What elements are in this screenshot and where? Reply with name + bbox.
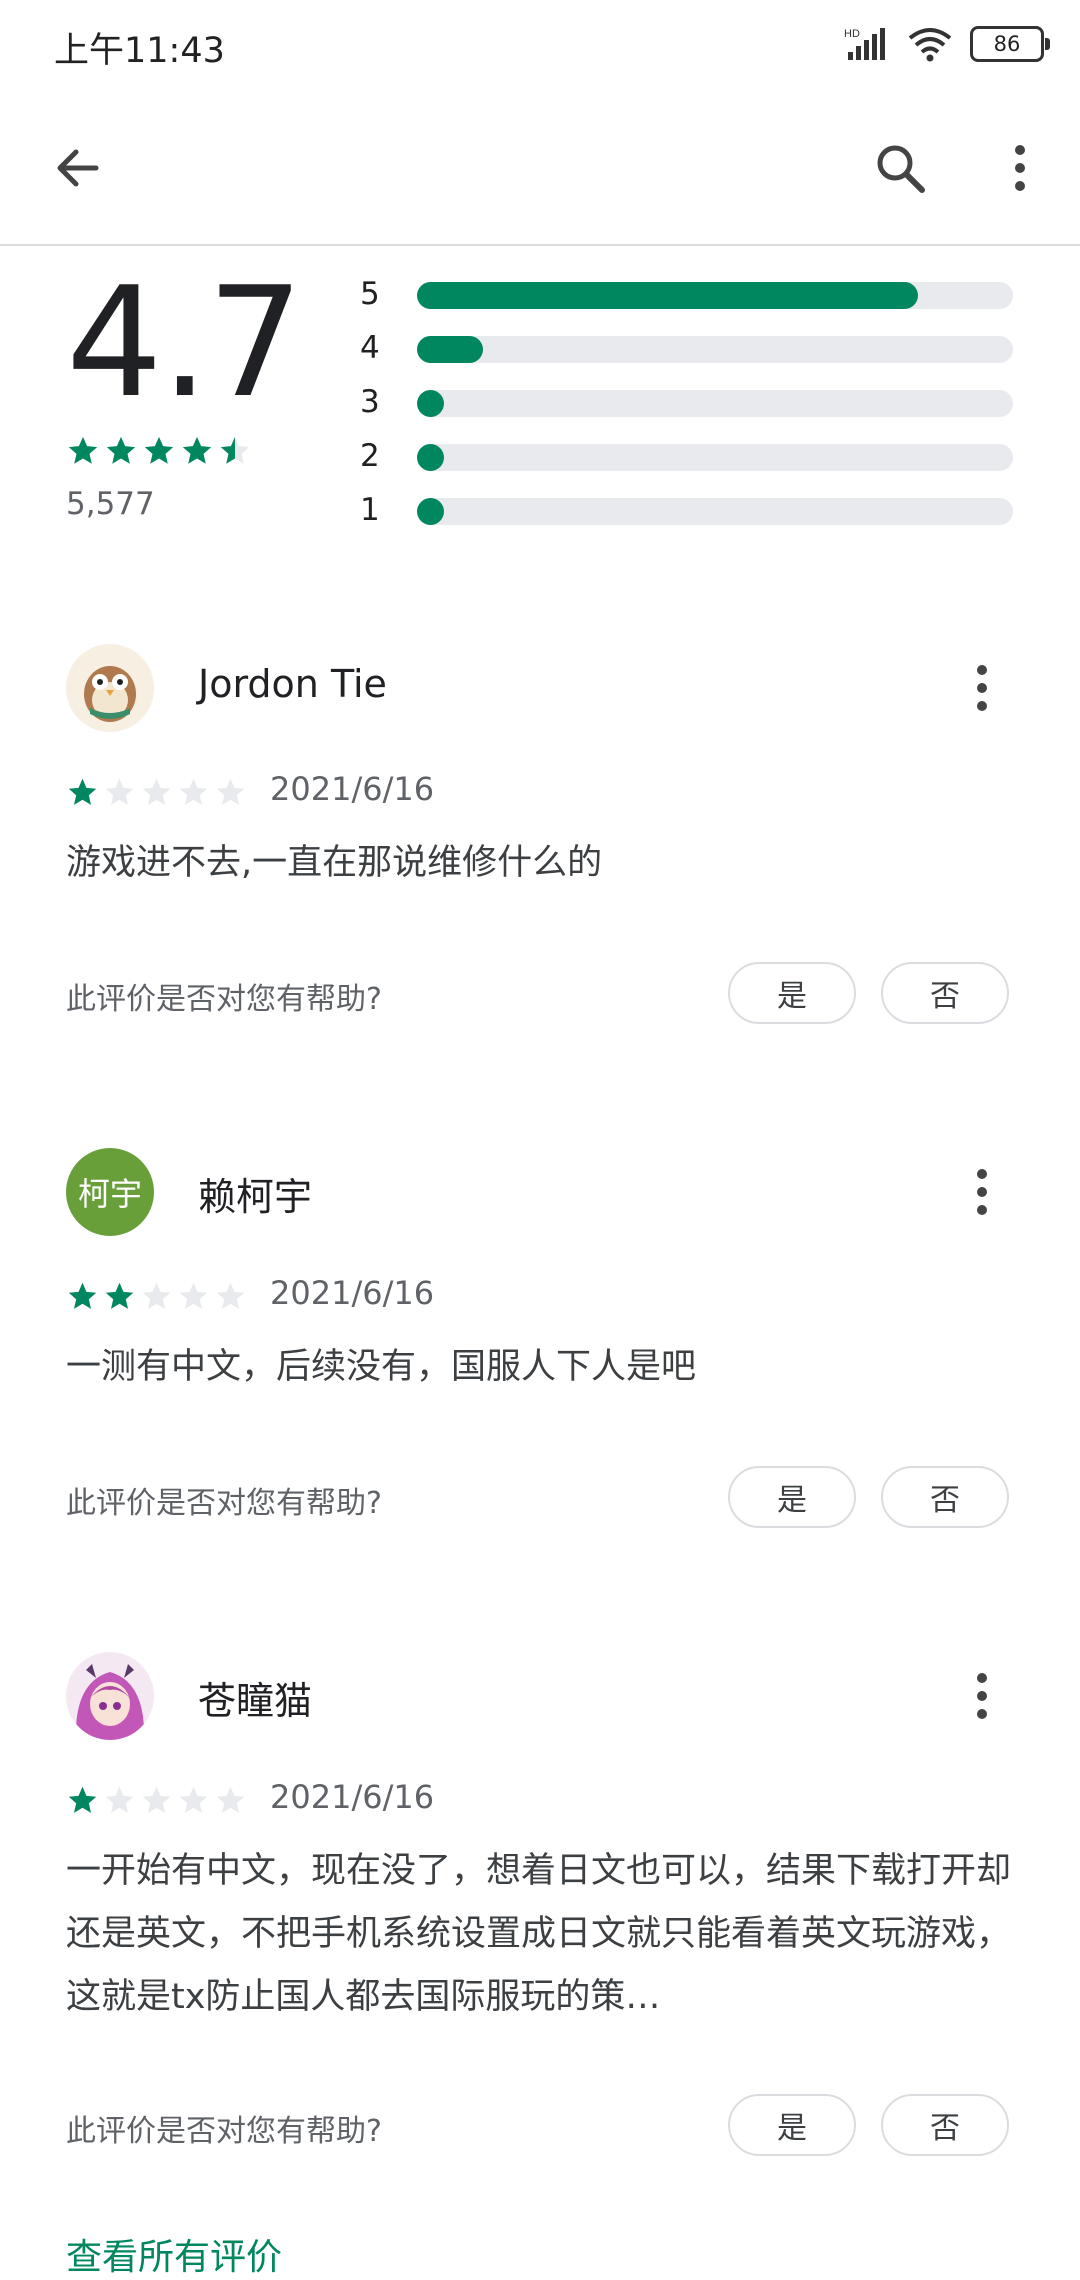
star-filled-icon	[68, 1786, 97, 1813]
battery-level: 86	[993, 32, 1021, 56]
review-text: 一开始有中文，现在没了，想着日文也可以，结果下载打开却还是英文，不把手机系统设置…	[66, 1851, 1012, 2017]
rating-count: 5,577	[66, 486, 155, 522]
star-icon	[182, 436, 212, 464]
search-icon[interactable]	[868, 136, 932, 200]
status-icons: HD 86	[844, 22, 1050, 66]
rating-distribution: 5 4 3 2 1	[360, 272, 1013, 542]
rating-bar-track	[417, 498, 1013, 525]
rating-bar-label: 3	[360, 384, 380, 420]
avatar-initials: 柯宇	[66, 1148, 154, 1236]
network-type-label: HD	[844, 28, 860, 40]
helpful-no-button[interactable]: 否	[881, 1466, 1009, 1528]
rating-bar-row: 2	[360, 434, 1013, 488]
see-all-reviews-link[interactable]: 查看所有评价	[66, 2228, 282, 2280]
arrow-left-icon[interactable]	[46, 136, 110, 200]
star-empty-icon	[179, 1786, 208, 1813]
status-time: 上午11:43	[54, 31, 225, 71]
avatar[interactable]: 柯宇	[66, 1148, 154, 1236]
helpful-yes-button[interactable]: 是	[728, 1466, 856, 1528]
review-date: 2021/6/16	[270, 1274, 435, 1312]
more-vert-icon[interactable]	[988, 136, 1052, 200]
app-bar	[0, 90, 1080, 246]
reviewer-name: 苍瞳猫	[198, 1679, 313, 1723]
status-bar: 上午11:43 HD 86	[0, 0, 1080, 90]
star-empty-icon	[142, 1786, 171, 1813]
rating-bar-fill	[417, 390, 444, 417]
star-empty-icon	[216, 778, 245, 805]
rating-bar-track	[417, 444, 1013, 471]
rating-bar-track	[417, 390, 1013, 417]
helpful-no-button[interactable]: 否	[881, 2094, 1009, 2156]
star-filled-icon	[105, 1282, 134, 1309]
star-half-icon	[220, 436, 250, 464]
rating-bar-row: 5	[360, 272, 1013, 326]
star-filled-icon	[68, 778, 97, 805]
owl-avatar-icon	[66, 644, 154, 732]
helpful-question: 此评价是否对您有帮助?	[66, 982, 382, 1017]
cellular-signal-icon: HD	[844, 28, 885, 60]
helpful-question: 此评价是否对您有帮助?	[66, 1486, 382, 1521]
wifi-icon	[908, 28, 952, 62]
review-text: 游戏进不去,一直在那说维修什么的	[66, 843, 603, 883]
star-empty-icon	[105, 1786, 134, 1813]
star-empty-icon	[179, 778, 208, 805]
average-rating: 4.7	[66, 254, 304, 431]
star-icon	[144, 436, 174, 464]
rating-bar-fill	[417, 336, 483, 363]
star-empty-icon	[179, 1282, 208, 1309]
more-vert-icon[interactable]	[950, 1160, 1014, 1224]
more-vert-icon[interactable]	[950, 656, 1014, 720]
star-empty-icon	[142, 1282, 171, 1309]
avatar[interactable]	[66, 644, 154, 732]
rating-bar-fill	[417, 498, 444, 525]
helpful-question: 此评价是否对您有帮助?	[66, 2114, 382, 2149]
star-icon	[106, 436, 136, 464]
rating-bar-fill	[417, 282, 918, 309]
reviewer-name: Jordon Tie	[198, 662, 387, 706]
helpful-yes-button[interactable]: 是	[728, 962, 856, 1024]
review-date: 2021/6/16	[270, 770, 435, 808]
rating-bar-track	[417, 336, 1013, 363]
rating-bar-label: 1	[360, 492, 380, 528]
rating-bar-label: 5	[360, 276, 380, 312]
star-empty-icon	[105, 778, 134, 805]
star-filled-icon	[68, 1282, 97, 1309]
star-empty-icon	[216, 1282, 245, 1309]
review-date: 2021/6/16	[270, 1778, 435, 1816]
helpful-yes-button[interactable]: 是	[728, 2094, 856, 2156]
star-empty-icon	[216, 1786, 245, 1813]
rating-bar-row: 4	[360, 326, 1013, 380]
review-stars	[66, 1784, 247, 1817]
helpful-no-button[interactable]: 否	[881, 962, 1009, 1024]
star-icon	[68, 436, 98, 464]
rating-bar-fill	[417, 444, 444, 471]
rating-bar-track	[417, 282, 1013, 309]
rating-bar-label: 2	[360, 438, 380, 474]
review-stars	[66, 776, 247, 809]
reviewer-name: 赖柯宇	[198, 1175, 313, 1219]
review-stars	[66, 1280, 247, 1313]
rating-bar-row: 1	[360, 488, 1013, 542]
average-stars	[66, 434, 252, 468]
avatar[interactable]	[66, 1652, 154, 1740]
battery-icon: 86	[970, 26, 1050, 62]
more-vert-icon[interactable]	[950, 1664, 1014, 1728]
rating-bar-label: 4	[360, 330, 380, 366]
anime-avatar-icon	[66, 1652, 154, 1740]
rating-summary: 4.7 5,577 5 4 3 2 1	[0, 246, 1080, 576]
review-text: 一测有中文，后续没有，国服人下人是吧	[66, 1347, 697, 1387]
star-empty-icon	[142, 778, 171, 805]
rating-bar-row: 3	[360, 380, 1013, 434]
